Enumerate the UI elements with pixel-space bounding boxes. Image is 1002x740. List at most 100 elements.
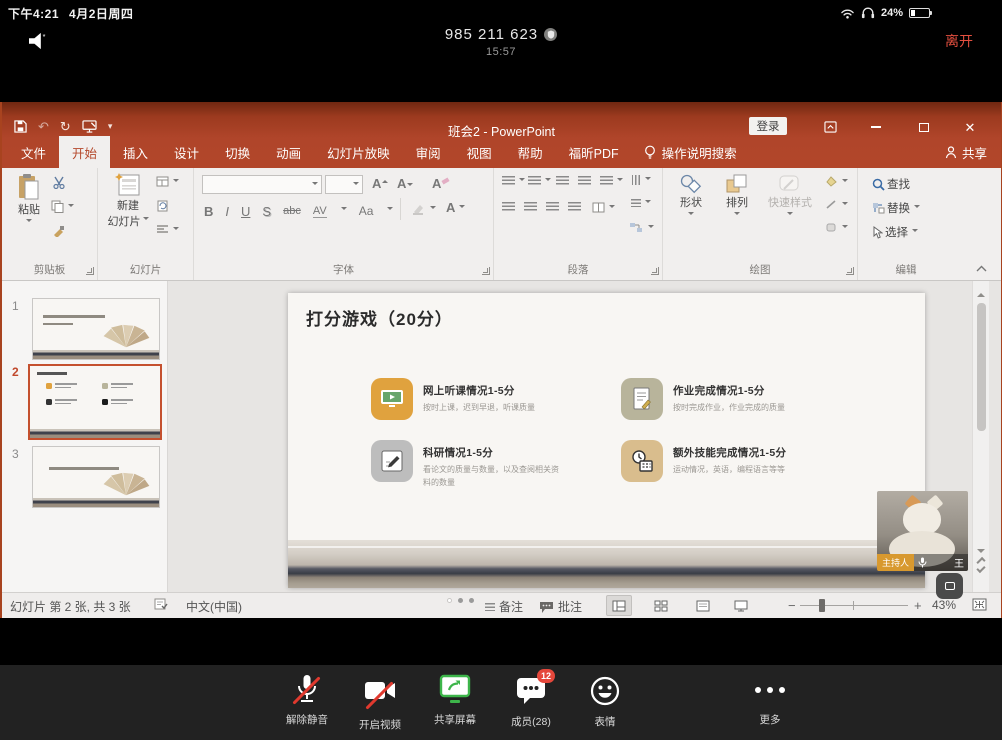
language-indicator[interactable]: 中文(中国): [186, 598, 242, 615]
quick-styles-button[interactable]: 快速样式: [761, 174, 819, 218]
grow-font-button[interactable]: A: [372, 176, 388, 191]
zoom-out-button[interactable]: −: [788, 598, 796, 613]
decrease-indent-button[interactable]: [556, 176, 569, 186]
shape-outline-button[interactable]: [825, 199, 848, 210]
highlight-button[interactable]: [412, 202, 436, 215]
tab-design[interactable]: 设计: [161, 136, 212, 168]
members-button[interactable]: 12 成员(28): [493, 674, 569, 729]
paragraph-dialog-launcher[interactable]: [651, 267, 659, 275]
fit-to-window-icon[interactable]: [972, 598, 987, 611]
normal-view-button[interactable]: [606, 595, 632, 616]
zoom-in-button[interactable]: +: [914, 598, 922, 613]
share-button[interactable]: 共享: [945, 136, 987, 168]
spacing-dropdown-icon[interactable]: [339, 202, 347, 220]
tab-insert[interactable]: 插入: [110, 136, 161, 168]
tab-home[interactable]: 开始: [59, 136, 110, 168]
leave-meeting-button[interactable]: 离开: [945, 31, 973, 51]
bullets-button[interactable]: [502, 176, 525, 186]
paste-button[interactable]: 粘贴: [10, 173, 48, 225]
share-screen-button[interactable]: 共享屏幕: [417, 674, 493, 727]
tab-help[interactable]: 帮助: [505, 136, 556, 168]
arrange-button[interactable]: 排列: [715, 174, 759, 218]
collapse-ribbon-icon[interactable]: [976, 265, 987, 272]
reading-view-button[interactable]: [690, 595, 716, 616]
convert-smartart-button[interactable]: [629, 222, 654, 233]
bold-button[interactable]: B: [204, 204, 213, 219]
tab-review[interactable]: 审阅: [403, 136, 454, 168]
text-direction-button[interactable]: [631, 176, 651, 184]
line-spacing-button[interactable]: [600, 176, 623, 186]
meeting-security-icon[interactable]: [544, 28, 557, 41]
scroll-down-icon[interactable]: [977, 549, 985, 557]
zoom-slider-track[interactable]: [800, 605, 908, 606]
numbering-button[interactable]: [528, 176, 551, 186]
slide-sorter-view-button[interactable]: [648, 595, 674, 616]
text-shadow-button[interactable]: S: [262, 204, 271, 219]
shrink-font-button[interactable]: A: [397, 176, 413, 191]
tab-view[interactable]: 视图: [454, 136, 505, 168]
character-spacing-button[interactable]: AV: [313, 205, 327, 218]
change-case-button[interactable]: Aa: [359, 204, 374, 218]
increase-indent-button[interactable]: [578, 176, 591, 186]
align-right-button[interactable]: [546, 202, 559, 212]
columns-button[interactable]: [592, 202, 615, 213]
case-dropdown-icon[interactable]: [385, 202, 393, 220]
align-center-button[interactable]: [524, 202, 537, 212]
maximize-button[interactable]: [916, 120, 932, 134]
comments-button[interactable]: 批注: [539, 598, 582, 615]
cut-button[interactable]: [52, 176, 66, 189]
reset-slide-button[interactable]: [156, 200, 169, 212]
font-color-button[interactable]: A: [446, 200, 465, 215]
tab-foxit-pdf[interactable]: 福昕PDF: [556, 136, 632, 168]
ribbon-display-options-icon[interactable]: [822, 120, 838, 134]
find-button[interactable]: 查找: [872, 176, 910, 192]
strikethrough-button[interactable]: abc: [283, 205, 301, 217]
italic-button[interactable]: I: [225, 204, 229, 219]
clear-formatting-button[interactable]: A: [432, 176, 449, 191]
select-button[interactable]: 选择: [872, 224, 918, 240]
start-video-button[interactable]: 开启视频: [342, 674, 418, 732]
tab-animations[interactable]: 动画: [263, 136, 314, 168]
shape-fill-button[interactable]: [825, 176, 848, 187]
tab-transitions[interactable]: 切换: [212, 136, 263, 168]
slide-layout-button[interactable]: [156, 176, 179, 187]
format-painter-button[interactable]: [52, 224, 65, 237]
clipboard-dialog-launcher[interactable]: [86, 267, 94, 275]
tell-me-search[interactable]: 操作说明搜索: [644, 136, 737, 168]
more-button[interactable]: 更多: [732, 674, 808, 727]
shapes-button[interactable]: 形状: [669, 174, 713, 218]
scrollbar-thumb[interactable]: [977, 303, 986, 431]
spell-check-icon[interactable]: [154, 598, 168, 610]
next-slide-icon[interactable]: [976, 564, 985, 573]
new-slide-button[interactable]: 新建 幻灯片: [106, 173, 150, 229]
slide-thumbnail-3[interactable]: [32, 446, 160, 508]
tab-file[interactable]: 文件: [8, 136, 59, 168]
drawing-dialog-launcher[interactable]: [846, 267, 854, 275]
font-dialog-launcher[interactable]: [482, 267, 490, 275]
vertical-scrollbar[interactable]: [972, 281, 989, 592]
minimize-button[interactable]: [868, 120, 884, 134]
copy-button[interactable]: [51, 200, 74, 213]
underline-button[interactable]: U: [241, 204, 250, 219]
slide-thumbnail-1[interactable]: [32, 298, 160, 360]
close-button[interactable]: ✕: [962, 120, 978, 134]
notes-button[interactable]: 备注: [485, 598, 523, 615]
login-button[interactable]: 登录: [749, 117, 787, 135]
font-size-combo[interactable]: [325, 175, 363, 194]
align-text-button[interactable]: [631, 199, 651, 207]
justify-button[interactable]: [568, 202, 581, 212]
emoji-button[interactable]: 表情: [567, 674, 643, 729]
slideshow-view-button[interactable]: [728, 595, 754, 616]
meeting-id[interactable]: 985 211 623: [445, 26, 538, 43]
zoom-level[interactable]: 43%: [932, 598, 956, 612]
section-button[interactable]: [156, 224, 179, 235]
replace-button[interactable]: 替换: [872, 200, 920, 216]
tab-slideshow[interactable]: 幻灯片放映: [314, 136, 403, 168]
video-layout-toggle-button[interactable]: [936, 573, 963, 599]
slide-canvas[interactable]: 打分游戏（20分） 网上听课情况1-5分 按时上课，迟到早退，听课质量 作业完成…: [288, 293, 925, 588]
slide-thumbnail-2[interactable]: [28, 364, 162, 440]
align-left-button[interactable]: [502, 202, 515, 212]
scroll-up-icon[interactable]: [977, 289, 985, 297]
shape-effects-button[interactable]: [825, 222, 848, 233]
participant-video-tile[interactable]: 主持人 王: [877, 491, 968, 571]
